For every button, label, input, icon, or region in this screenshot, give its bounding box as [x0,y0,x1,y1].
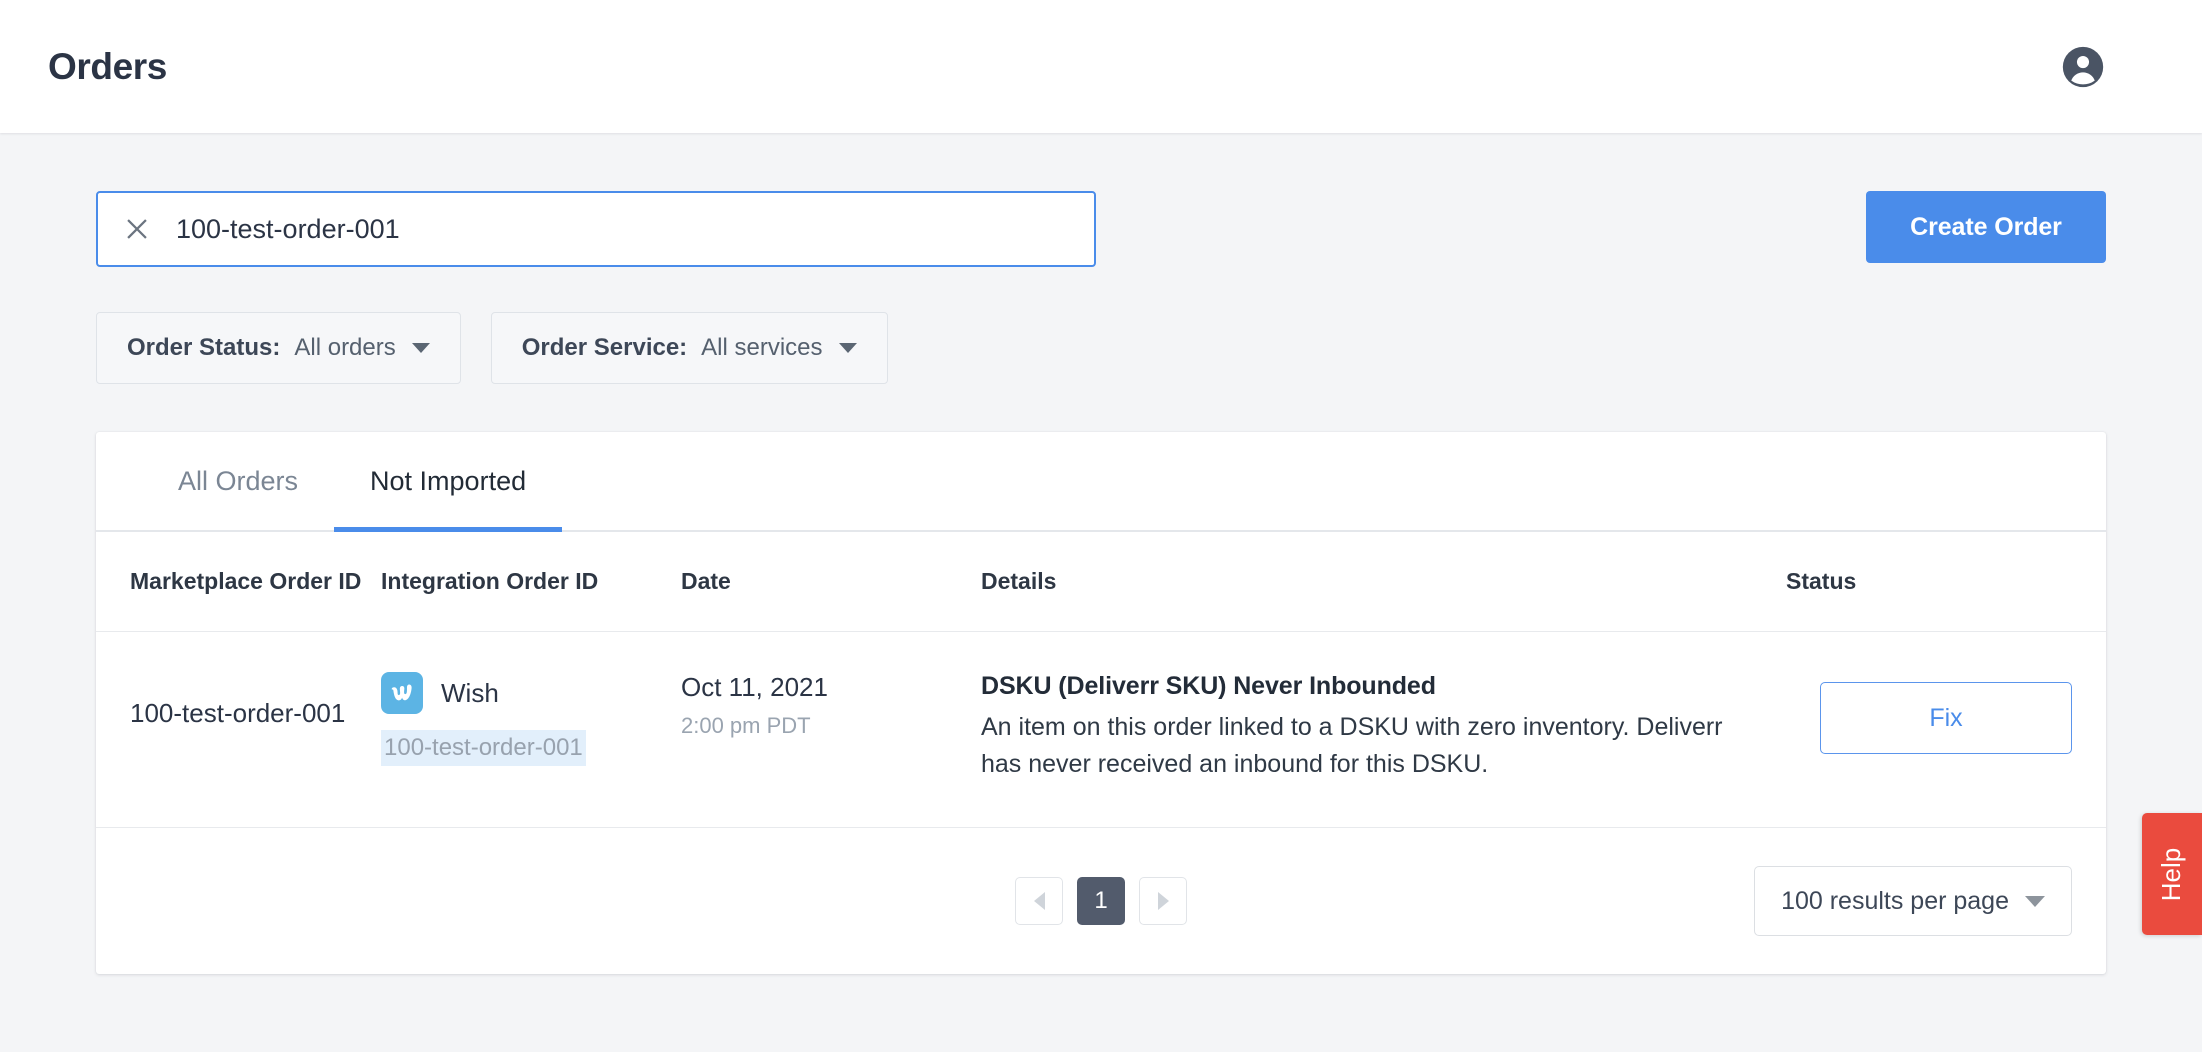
chevron-right-icon [1157,892,1169,910]
column-header-status: Status [1786,532,2106,632]
fix-button[interactable]: Fix [1820,682,2072,754]
results-per-page-label: 100 results per page [1781,886,2009,915]
close-icon[interactable] [124,216,150,242]
details-title: DSKU (Deliverr SKU) Never Inbounded [981,672,1436,700]
order-date: Oct 11, 2021 [681,672,828,702]
column-header-marketplace-order-id: Marketplace Order ID [96,532,381,632]
filter-row: Order Status: All orders Order Service: … [96,267,2106,384]
order-time: 2:00 pm PDT [681,713,811,738]
filter-order-service-label: Order Service: [521,334,688,361]
create-order-button[interactable]: Create Order [1866,191,2106,263]
page-title: Orders [48,45,167,87]
integration-name: Wish [441,677,499,708]
orders-table-head: Marketplace Order ID Integration Order I… [96,532,2106,632]
filter-order-status[interactable]: Order Status: All orders [96,312,461,384]
chevron-down-icon [2025,895,2045,907]
chevron-left-icon [1033,892,1045,910]
column-header-details: Details [981,532,1786,632]
tab-not-imported[interactable]: Not Imported [334,432,563,532]
tab-all-orders[interactable]: All Orders [142,432,334,530]
filter-order-service-value: All services [701,334,823,361]
orders-card: All Orders Not Imported Marketplace Orde… [96,432,2106,974]
orders-table: Marketplace Order ID Integration Order I… [96,532,2106,828]
cell-details: DSKU (Deliverr SKU) Never Inbounded An i… [981,631,1786,828]
search-row: Create Order [96,133,2106,267]
table-row[interactable]: 100-test-order-001 Wish 100-test-order-0… [96,631,2106,828]
pagination: 1 [1015,877,1187,925]
tab-bar: All Orders Not Imported [96,432,2106,532]
table-footer: 1 100 results per page [96,828,2106,974]
table-header-row: Marketplace Order ID Integration Order I… [96,532,2106,632]
account-avatar-button[interactable] [2060,44,2106,90]
column-header-integration-order-id: Integration Order ID [381,532,681,632]
cell-status: Fix [1786,631,2106,828]
results-per-page-select[interactable]: 100 results per page [1754,866,2072,936]
column-header-date: Date [681,532,981,632]
pagination-next-button[interactable] [1139,877,1187,925]
app-header: Orders [0,0,2202,133]
filter-order-status-value: All orders [294,334,396,361]
cell-marketplace-order-id: 100-test-order-001 [96,631,381,828]
page-body: Create Order Order Status: All orders Or… [0,133,2202,974]
help-tab-label: Help [2156,847,2187,901]
cell-integration-order-id: Wish 100-test-order-001 [381,631,681,828]
filter-order-service[interactable]: Order Service: All services [490,312,888,384]
chevron-down-icon [411,343,430,353]
search-box[interactable] [96,191,1096,267]
cell-date: Oct 11, 2021 2:00 pm PDT [681,631,981,828]
filter-order-status-label: Order Status: [127,334,281,361]
help-tab-button[interactable]: Help [2142,813,2202,935]
orders-table-body: 100-test-order-001 Wish 100-test-order-0… [96,631,2106,828]
search-input[interactable] [176,193,1068,265]
user-circle-icon [2061,45,2105,89]
wish-logo-icon [381,672,423,714]
pagination-prev-button[interactable] [1015,877,1063,925]
details-body: An item on this order linked to a DSKU w… [981,713,1723,778]
pagination-page-1[interactable]: 1 [1077,877,1125,925]
chevron-down-icon [838,343,857,353]
integration-order-id-value: 100-test-order-001 [381,730,586,767]
